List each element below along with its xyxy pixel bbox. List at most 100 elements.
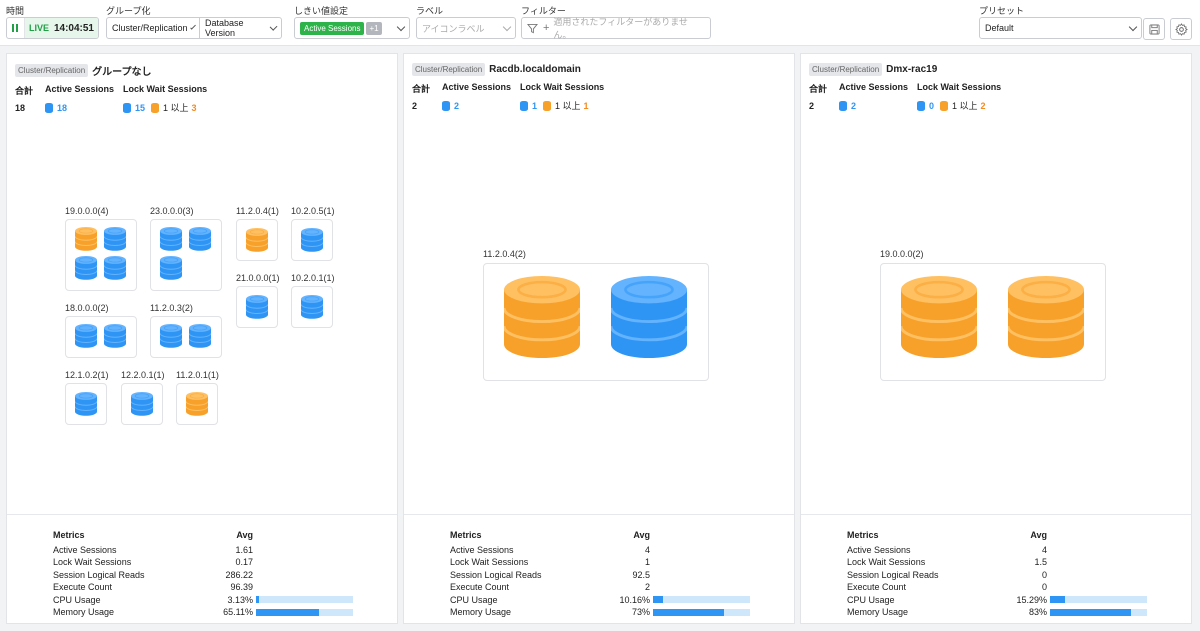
metric-avg: 4 xyxy=(644,544,650,555)
usage-bar xyxy=(653,596,750,604)
gear-icon xyxy=(1174,22,1188,36)
version-group-tile[interactable] xyxy=(291,219,333,261)
metric-avg: 15.29% xyxy=(1016,594,1047,605)
metric-name: Lock Wait Sessions xyxy=(847,557,926,568)
lock-alert-value: 1 xyxy=(583,100,589,111)
metric-avg: 0 xyxy=(1041,569,1047,580)
active-sessions-value: 2 xyxy=(851,100,857,111)
database-alert-icon[interactable] xyxy=(185,392,209,419)
version-group-label: 21.0.0.0(1) xyxy=(236,273,280,283)
pause-icon[interactable] xyxy=(7,18,25,38)
version-group-tile[interactable] xyxy=(65,316,137,358)
group-type-tag: Cluster/Replication xyxy=(412,63,486,76)
threshold-select[interactable]: Active Sessions +1 xyxy=(294,17,410,39)
metric-avg: 73% xyxy=(631,607,650,618)
active-sessions-value: 18 xyxy=(57,102,68,113)
time-group: 時間 LIVE 14:04:51 xyxy=(6,5,99,39)
metric-avg: 96.39 xyxy=(230,582,253,593)
metric-name: CPU Usage xyxy=(847,594,895,605)
database-alert-icon[interactable] xyxy=(245,228,269,255)
save-preset-button[interactable] xyxy=(1143,18,1165,40)
metric-row: Lock Wait Sessions 0.17 xyxy=(53,556,353,569)
database-icon[interactable] xyxy=(159,256,183,283)
version-group-tile[interactable] xyxy=(150,219,222,291)
database-icon[interactable] xyxy=(609,276,689,361)
database-icon[interactable] xyxy=(74,256,98,283)
avg-header: Avg xyxy=(236,530,253,541)
database-icon[interactable] xyxy=(300,295,324,322)
metric-row: Lock Wait Sessions 1.5 xyxy=(847,556,1147,569)
database-icon[interactable] xyxy=(188,227,212,254)
metric-name: Execute Count xyxy=(450,582,510,593)
version-group-tile[interactable] xyxy=(291,286,333,328)
preset-select[interactable]: Default xyxy=(979,17,1142,39)
database-icon[interactable] xyxy=(103,324,127,351)
label-group: ラベル アイコンラベル xyxy=(416,5,516,39)
label-select[interactable]: アイコンラベル xyxy=(416,17,516,39)
database-icon[interactable] xyxy=(159,227,183,254)
database-alert-icon[interactable] xyxy=(899,276,979,361)
version-group-tile[interactable] xyxy=(150,316,222,358)
total-value: 18 xyxy=(15,102,26,113)
filter-input[interactable]: + 適用されたフィルターがありません。 xyxy=(521,17,711,40)
stats-values: 2 2 1 1 以上 1 xyxy=(412,99,786,112)
version-group-tile[interactable] xyxy=(176,383,218,425)
lock-wait-header: Lock Wait Sessions xyxy=(917,82,1002,92)
metric-avg: 0 xyxy=(1041,582,1047,593)
database-icon[interactable] xyxy=(74,392,98,419)
panel-breadcrumb: Cluster/Replication Racdb.localdomain xyxy=(412,63,786,76)
group-select-cluster[interactable]: Cluster/Replication xyxy=(106,17,200,39)
database-alert-icon[interactable] xyxy=(1006,276,1086,361)
lock-threshold-text: 1 以上 xyxy=(163,103,189,113)
plus-icon[interactable]: + xyxy=(543,22,549,34)
database-icon[interactable] xyxy=(130,392,154,419)
usage-bar xyxy=(256,596,353,604)
total-header: 合計 xyxy=(15,86,34,96)
lock-threshold-text: 1 以上 xyxy=(952,101,978,111)
active-sessions-header: Active Sessions xyxy=(442,82,512,92)
usage-bar xyxy=(1050,596,1147,604)
database-icon xyxy=(123,102,131,113)
metric-row: Memory Usage 73% xyxy=(450,606,750,619)
database-alert-icon[interactable] xyxy=(74,227,98,254)
version-group-tile[interactable] xyxy=(65,219,137,291)
settings-button[interactable] xyxy=(1170,18,1192,40)
stats-header: 合計 Active Sessions Lock Wait Sessions xyxy=(15,84,389,97)
database-icon xyxy=(45,102,53,113)
version-group-label: 11.2.0.3(2) xyxy=(150,303,193,313)
metrics-header: Metrics xyxy=(847,530,879,541)
metric-row: Active Sessions 1.61 xyxy=(53,544,353,557)
database-icon[interactable] xyxy=(245,295,269,322)
stats-header: 合計 Active Sessions Lock Wait Sessions xyxy=(412,82,786,95)
metric-row: CPU Usage 3.13% xyxy=(53,594,353,607)
metric-name: Session Logical Reads xyxy=(450,569,542,580)
version-group-tile[interactable] xyxy=(483,263,709,381)
active-sessions-value: 2 xyxy=(454,100,460,111)
live-control[interactable]: LIVE 14:04:51 xyxy=(6,17,99,39)
database-alert-icon[interactable] xyxy=(502,276,582,361)
stats-header: 合計 Active Sessions Lock Wait Sessions xyxy=(809,82,1183,95)
metric-avg: 92.5 xyxy=(632,569,650,580)
lock-alert-value: 3 xyxy=(191,102,197,113)
database-icon[interactable] xyxy=(103,227,127,254)
metric-avg: 0.17 xyxy=(235,557,253,568)
database-alert-icon xyxy=(151,102,160,113)
database-icon[interactable] xyxy=(159,324,183,351)
chevron-down-icon xyxy=(269,22,278,31)
time-label: 時間 xyxy=(6,6,25,16)
group-select-version[interactable]: Database Version xyxy=(200,17,282,39)
usage-bar xyxy=(256,608,353,616)
metric-name: Memory Usage xyxy=(53,607,115,618)
version-group-tile[interactable] xyxy=(121,383,163,425)
database-icon[interactable] xyxy=(300,228,324,255)
group-panel-none: Cluster/Replication グループなし 合計 Active Ses… xyxy=(6,53,398,624)
metric-name: Active Sessions xyxy=(450,544,514,555)
database-icon[interactable] xyxy=(103,256,127,283)
database-icon[interactable] xyxy=(74,324,98,351)
version-group-tile[interactable] xyxy=(880,263,1106,381)
version-group-tile[interactable] xyxy=(236,286,278,328)
version-group-tile[interactable] xyxy=(236,219,278,261)
database-icon[interactable] xyxy=(188,324,212,351)
version-group-tile[interactable] xyxy=(65,383,107,425)
group-name: Dmx-rac19 xyxy=(886,64,938,75)
